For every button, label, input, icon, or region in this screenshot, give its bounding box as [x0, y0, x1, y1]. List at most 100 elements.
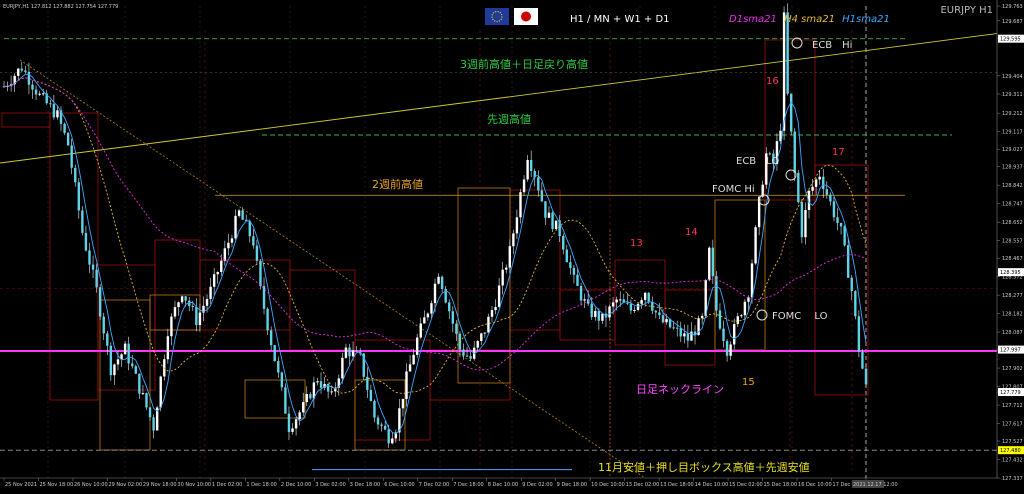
candle-body	[679, 328, 682, 337]
candle-body	[676, 327, 679, 329]
candle-body	[380, 424, 383, 426]
candle-body	[583, 299, 586, 301]
time-tick-label: 13 Dec 02:00	[626, 482, 660, 488]
candle-body	[740, 315, 743, 317]
candle-body	[665, 319, 668, 323]
candle-body	[191, 306, 194, 308]
candle-body	[106, 333, 109, 346]
candle-body	[287, 413, 291, 432]
candle-body	[743, 301, 747, 316]
candle-body	[38, 93, 41, 95]
price-tick-label: 128.937	[1002, 165, 1023, 171]
candle-body	[654, 310, 658, 313]
candle-body	[846, 245, 850, 278]
time-tick-label: 29 Nov 18:00	[143, 482, 177, 488]
candle-body	[20, 68, 24, 71]
candle-body	[515, 217, 519, 234]
candle-body	[273, 345, 276, 362]
candle-body	[316, 381, 319, 383]
candle-body	[843, 226, 846, 246]
candle-body	[408, 364, 412, 372]
candle-body	[626, 302, 629, 304]
candle-body	[832, 201, 836, 218]
candle-body	[722, 328, 725, 342]
candle-body	[355, 350, 358, 352]
candle-body	[291, 428, 294, 432]
time-tick-label: 25 Nov 18:00	[39, 482, 73, 488]
candle-body	[601, 313, 604, 321]
candle-body	[715, 276, 718, 311]
candle-body	[690, 331, 693, 341]
price-tick-label: 129.027	[1002, 147, 1023, 153]
time-tick-label: 14 Dec 10:00	[695, 482, 729, 488]
candle-body	[319, 381, 323, 388]
candle-body	[70, 145, 73, 168]
candle-body	[412, 354, 415, 365]
candle-body	[419, 323, 422, 338]
candle-body	[81, 210, 84, 233]
time-tick-label: 2021.12.17 12:00	[853, 482, 898, 488]
candle-body	[248, 221, 251, 237]
candle-body	[234, 215, 237, 239]
candle-body	[857, 316, 861, 352]
price-tick-label: 129.117	[1002, 130, 1023, 136]
price-tick-label: 128.747	[1002, 202, 1023, 208]
candle-body	[822, 176, 825, 190]
annotation-label: FOMC Hi	[712, 184, 755, 195]
time-tick-label: 13 Dec 18:00	[660, 482, 694, 488]
candle-body	[24, 70, 27, 72]
legend-h4sma21: H4 sma21	[784, 14, 835, 25]
candle-body	[91, 264, 95, 270]
candle-body	[483, 332, 487, 334]
candle-body	[629, 303, 633, 311]
price-tick-label: 128.087	[1002, 330, 1023, 336]
candle-body	[41, 93, 45, 95]
annotation-label: ECB LO	[736, 156, 779, 167]
candle-body	[825, 189, 829, 195]
time-tick-label: 3 Dec 02:00	[315, 482, 345, 488]
time-tick-label: 1 Dec 02:00	[212, 482, 242, 488]
candle-body	[309, 394, 312, 399]
candle-body	[123, 343, 127, 355]
candle-body	[131, 363, 134, 367]
candle-body	[850, 277, 853, 292]
price-tick-label: 128.557	[1002, 239, 1023, 245]
candle-body	[184, 296, 187, 301]
candle-body	[116, 359, 120, 365]
candle-body	[269, 330, 273, 346]
candle-body	[551, 212, 554, 230]
candle-body	[259, 260, 262, 287]
candle-body	[284, 387, 287, 414]
candle-body	[63, 123, 66, 133]
candle-body	[266, 308, 269, 331]
time-tick-label: 25 Nov 2021	[5, 482, 37, 488]
candle-body	[537, 177, 540, 191]
candle-body	[152, 417, 155, 431]
candle-body	[52, 104, 56, 118]
candle-body	[569, 262, 572, 268]
candle-body	[854, 291, 857, 317]
candle-body	[405, 371, 408, 399]
svg-text:D1sma21 H4 sma21 H1sma: D1sma21 H4 sma21 H1sma21	[729, 14, 890, 25]
candle-body	[220, 260, 223, 272]
candle-body	[565, 249, 568, 263]
candle-body	[34, 89, 38, 95]
candle-body	[170, 316, 173, 337]
candle-body	[294, 419, 298, 429]
candle-body	[526, 160, 529, 180]
candle-body	[344, 347, 348, 358]
candle-body	[793, 131, 796, 173]
candle-body	[554, 220, 558, 230]
candle-body	[829, 194, 832, 202]
candle-body	[725, 341, 729, 356]
timeframes-title: H1 / MN + W1 + D1	[570, 14, 670, 25]
candle-body	[433, 283, 437, 304]
price-tick-label: 128.182	[1002, 312, 1023, 318]
candle-body	[747, 297, 750, 302]
candle-body	[451, 311, 455, 324]
candle-body	[590, 303, 593, 317]
price-tick-label: 128.652	[1002, 220, 1023, 226]
time-tick-label: 7 Dec 18:00	[453, 482, 483, 488]
candle-body	[31, 84, 34, 90]
time-tick-label: 29 Nov 02:00	[108, 482, 142, 488]
